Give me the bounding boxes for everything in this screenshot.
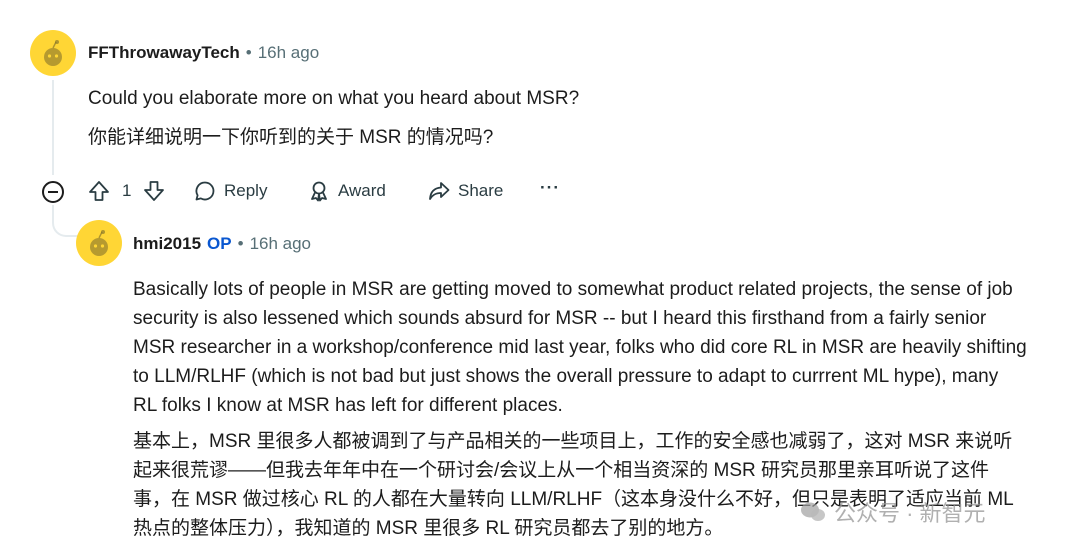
text-line: 起来很荒谬——但我去年年中在一个研讨会/会议上从一个相当资深的 MSR 研究员那…: [133, 460, 990, 481]
award-button[interactable]: Award: [308, 180, 386, 202]
text-line: to LLM/RLHF (which is not bad but just s…: [133, 366, 999, 387]
comment-text-zh: 你能详细说明一下你听到的关于 MSR 的情况吗?: [88, 127, 494, 148]
separator: •: [245, 43, 252, 62]
share-icon: [429, 182, 450, 200]
username[interactable]: FFThrowawayTech: [88, 43, 240, 63]
comment-text-en: Basically lots of people in MSR are gett…: [133, 275, 1027, 420]
collapse-thread-button[interactable]: [42, 181, 64, 203]
avatar[interactable]: [76, 220, 122, 266]
share-button[interactable]: Share: [428, 180, 503, 202]
share-label: Share: [458, 181, 504, 200]
minus-icon: [48, 191, 58, 193]
watermark: 公众号 · 新智元: [800, 496, 986, 528]
reddit-snoo-icon: [90, 230, 108, 256]
text-line: Basically lots of people in MSR are gett…: [133, 279, 1013, 300]
reply-icon: [195, 181, 215, 201]
award-label: Award: [338, 181, 386, 200]
op-badge: OP: [207, 234, 232, 253]
text-line: security is also lessened which sounds a…: [133, 308, 987, 329]
more-icon: ···: [540, 178, 560, 197]
username[interactable]: hmi2015: [133, 234, 201, 254]
reply-button[interactable]: Reply: [194, 180, 267, 202]
comment-header: hmi2015 OP • 16h ago: [133, 234, 311, 254]
comment-header: FFThrowawayTech • 16h ago: [88, 43, 319, 63]
more-options-button[interactable]: ···: [540, 178, 560, 198]
watermark-text: 公众号 · 新智元: [834, 501, 986, 526]
thread-line: [52, 80, 54, 175]
vote-count: 1: [122, 181, 132, 200]
comment-text-en: Could you elaborate more on what you hea…: [88, 88, 580, 109]
text-line: RL folks I know at MSR has left for diff…: [133, 395, 563, 416]
thread-connector: [52, 205, 80, 237]
text-line: MSR researcher in a workshop/conference …: [133, 337, 1027, 358]
timestamp[interactable]: 16h ago: [258, 43, 319, 63]
reply-label: Reply: [224, 181, 268, 200]
wechat-icon: [801, 502, 825, 521]
upvote-icon[interactable]: [88, 180, 110, 202]
downvote-icon[interactable]: [143, 180, 165, 202]
separator: •: [237, 234, 244, 253]
text-line: 基本上，MSR 里很多人都被调到了与产品相关的一些项目上，工作的安全感也减弱了，…: [133, 431, 1013, 452]
award-icon: [311, 181, 327, 202]
timestamp[interactable]: 16h ago: [250, 234, 311, 254]
reddit-snoo-icon: [44, 40, 62, 66]
vote-group: 1: [88, 180, 165, 202]
avatar[interactable]: [30, 30, 76, 76]
